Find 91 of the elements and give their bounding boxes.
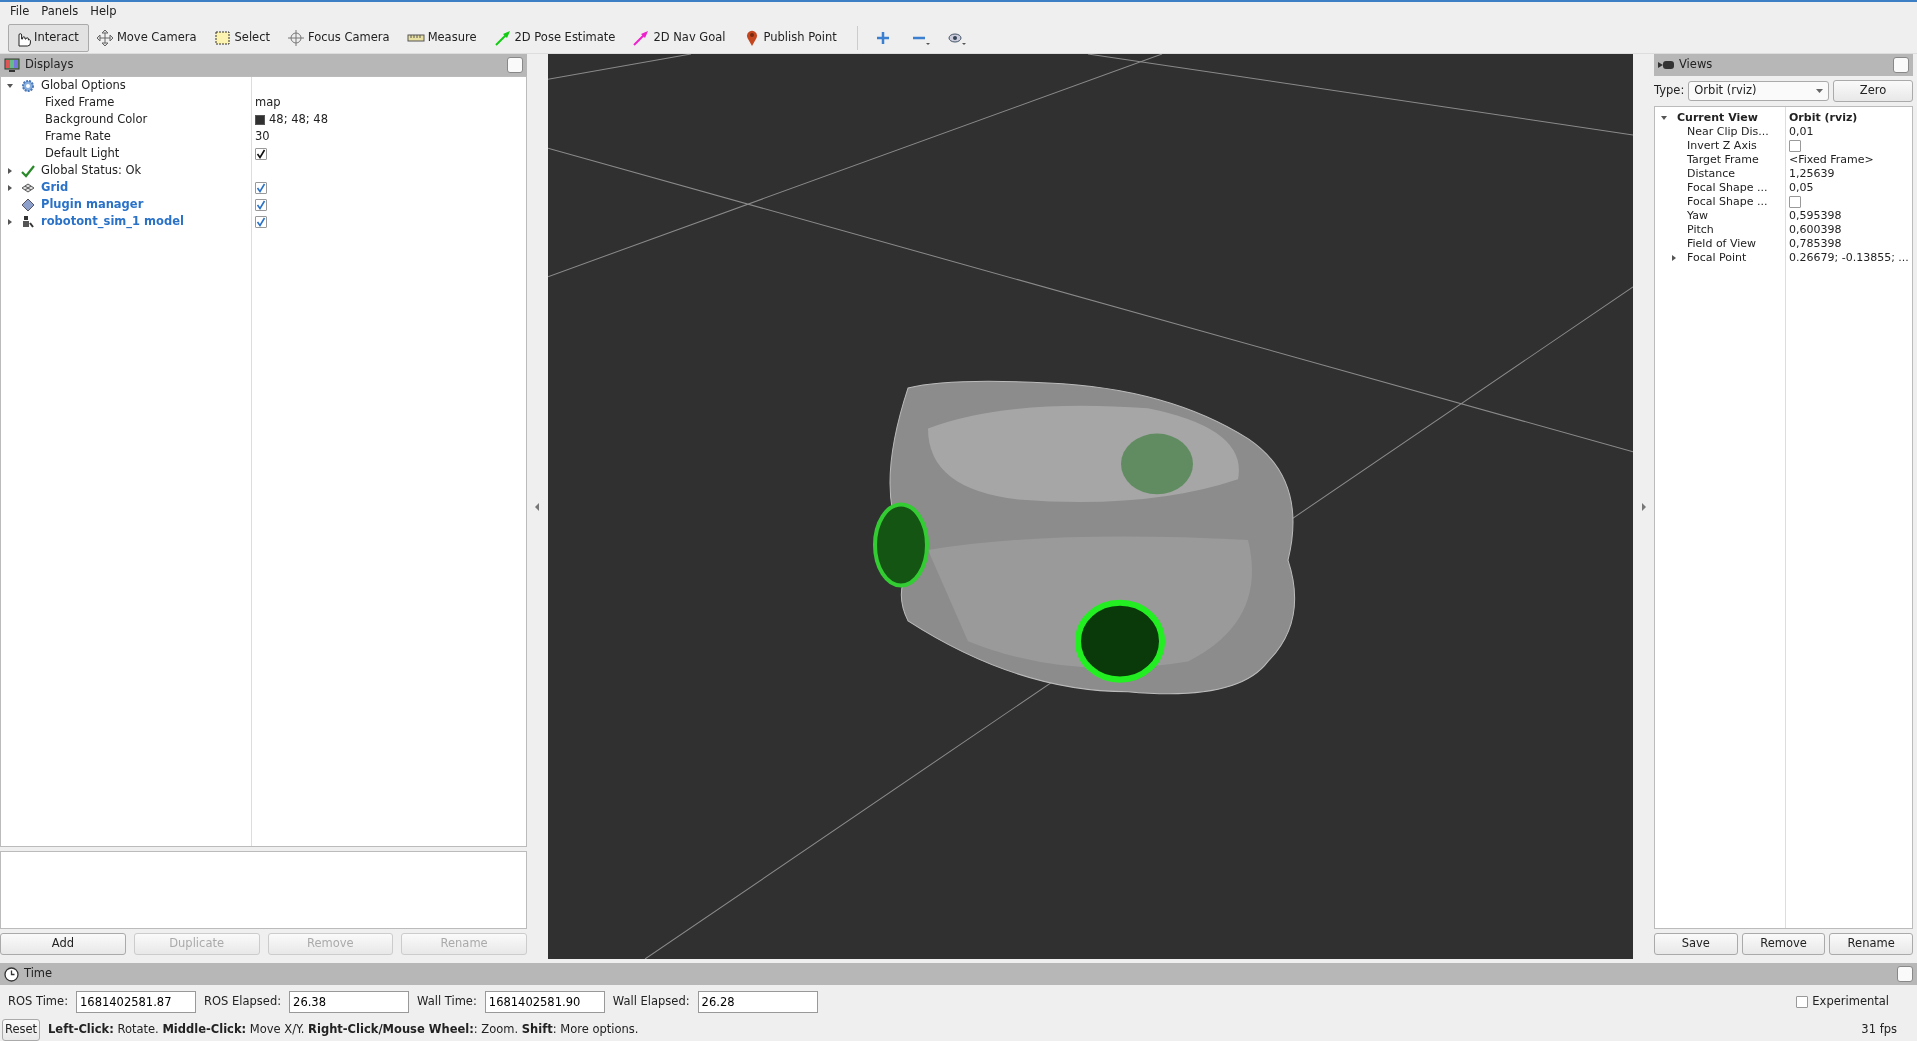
property-value: 30 bbox=[255, 127, 270, 145]
property-name: Yaw bbox=[1686, 207, 1708, 224]
property-name: Plugin manager bbox=[41, 195, 144, 213]
tool-button[interactable]: 2D Nav Goal bbox=[627, 23, 736, 52]
panel-button[interactable]: Rename bbox=[1829, 933, 1913, 955]
reset-button[interactable]: Reset bbox=[2, 1019, 40, 1041]
dashed-square-icon bbox=[213, 28, 232, 47]
property-name: Default Light bbox=[45, 144, 120, 162]
property-name: Field of View bbox=[1686, 235, 1757, 252]
property-name: Background Color bbox=[45, 110, 148, 128]
tool-button[interactable]: Focus Camera bbox=[282, 23, 400, 52]
property-name: Focal Point bbox=[1686, 249, 1747, 266]
tool-button[interactable]: Move Camera bbox=[90, 23, 207, 52]
collapse-left-icon[interactable] bbox=[535, 502, 540, 511]
tool-button[interactable]: Select bbox=[208, 23, 280, 52]
property-name: Current View bbox=[1676, 109, 1758, 126]
property-value: 0,600398 bbox=[1789, 221, 1842, 238]
property-value: <Fixed Frame> bbox=[1789, 151, 1874, 168]
property-name: Distance bbox=[1686, 165, 1736, 182]
property-value: 0,01 bbox=[1789, 123, 1814, 140]
property-name: Global Status: Ok bbox=[41, 161, 142, 179]
diamond-icon bbox=[21, 197, 35, 212]
checkbox[interactable] bbox=[255, 147, 267, 160]
panel-title: Displays bbox=[25, 56, 74, 74]
hint-text: Left-Click: Rotate. Middle-Click: Move X/Y. Right-Click/Mouse Wheel:: Zoom. Shift: More options. bbox=[48, 1021, 639, 1039]
type-label: Type: bbox=[1654, 82, 1685, 100]
menu-item[interactable]: File bbox=[4, 3, 36, 21]
property-name: Focal Shape ... bbox=[1686, 193, 1768, 210]
field-label: Wall Elapsed: bbox=[612, 993, 690, 1011]
panel-button[interactable]: Add bbox=[0, 933, 126, 955]
field-label: ROS Time: bbox=[8, 993, 68, 1011]
camera-icon bbox=[1658, 60, 1674, 70]
field-label: Wall Time: bbox=[417, 993, 477, 1011]
monitor-icon bbox=[4, 57, 20, 73]
view-type-dropdown[interactable]: Orbit (rviz) bbox=[1688, 81, 1829, 101]
caret-down-icon bbox=[1816, 89, 1823, 93]
time-field[interactable]: 26.28 bbox=[697, 991, 818, 1013]
tool-button[interactable]: Measure bbox=[401, 23, 487, 52]
panel-button[interactable]: Save bbox=[1654, 933, 1738, 955]
property-value: map bbox=[255, 93, 281, 111]
checkbox[interactable] bbox=[255, 198, 267, 211]
property-value: 0,05 bbox=[1789, 179, 1814, 196]
field-label: ROS Elapsed: bbox=[204, 993, 282, 1011]
property-value: 48; 48; 48 bbox=[269, 110, 328, 128]
property-name: Grid bbox=[41, 178, 69, 196]
property-name: Near Clip Dis... bbox=[1686, 123, 1769, 140]
property-name: Frame Rate bbox=[45, 127, 111, 145]
crosshair-icon bbox=[287, 28, 305, 47]
robot-icon bbox=[21, 214, 35, 229]
tool-button[interactable]: Interact bbox=[8, 23, 89, 52]
panel-button[interactable]: Remove bbox=[1741, 933, 1826, 955]
time-field[interactable]: 1681402581.90 bbox=[484, 991, 605, 1013]
property-value: 1,25639 bbox=[1789, 165, 1835, 182]
panel-title: Time bbox=[24, 965, 53, 983]
panel-float-button[interactable] bbox=[1897, 966, 1913, 982]
fps-counter: 31 fps bbox=[1861, 1021, 1897, 1039]
property-name: Target Frame bbox=[1686, 151, 1759, 168]
collapse-right-icon[interactable] bbox=[1641, 502, 1646, 511]
panel-float-button[interactable] bbox=[1893, 57, 1909, 73]
property-name: robotont_sim_1 model bbox=[41, 212, 184, 231]
zero-button[interactable]: Zero bbox=[1833, 80, 1913, 102]
property-name: Fixed Frame bbox=[45, 93, 115, 111]
checkbox[interactable] bbox=[255, 181, 267, 194]
eye-icon[interactable] bbox=[947, 30, 966, 45]
tool-button[interactable]: 2D Pose Estimate bbox=[488, 23, 626, 52]
checkbox[interactable] bbox=[1789, 140, 1801, 152]
menu-item[interactable]: Help bbox=[84, 3, 123, 21]
panel-float-button[interactable] bbox=[507, 57, 523, 73]
tool-button[interactable]: Publish Point bbox=[737, 23, 847, 52]
checkmark-icon bbox=[21, 163, 35, 178]
checkbox[interactable] bbox=[255, 215, 267, 228]
property-name: Global Options bbox=[41, 76, 126, 94]
property-value: 0,785398 bbox=[1789, 235, 1842, 252]
property-name: Invert Z Axis bbox=[1686, 137, 1757, 154]
checkbox[interactable] bbox=[1789, 196, 1801, 208]
property-name: Focal Shape ... bbox=[1686, 179, 1768, 196]
property-value: 0.26679; -0.13855; ... bbox=[1789, 249, 1909, 266]
arrow-icon bbox=[632, 28, 651, 47]
property-value: 0,595398 bbox=[1789, 207, 1842, 224]
3d-viewport[interactable] bbox=[548, 54, 1633, 959]
time-field[interactable]: 26.38 bbox=[289, 991, 410, 1013]
property-value: Orbit (rviz) bbox=[1789, 109, 1858, 126]
menu-item[interactable]: Panels bbox=[35, 3, 85, 21]
arrow-icon bbox=[493, 28, 512, 47]
checkbox-label: Experimental bbox=[1812, 993, 1889, 1011]
move-arrows-icon bbox=[95, 28, 114, 47]
time-field[interactable]: 1681402581.87 bbox=[76, 991, 196, 1013]
panel-title: Views bbox=[1679, 56, 1713, 74]
checkbox[interactable] bbox=[1796, 996, 1809, 1008]
property-name: Pitch bbox=[1686, 221, 1714, 238]
clock-icon bbox=[4, 966, 19, 982]
